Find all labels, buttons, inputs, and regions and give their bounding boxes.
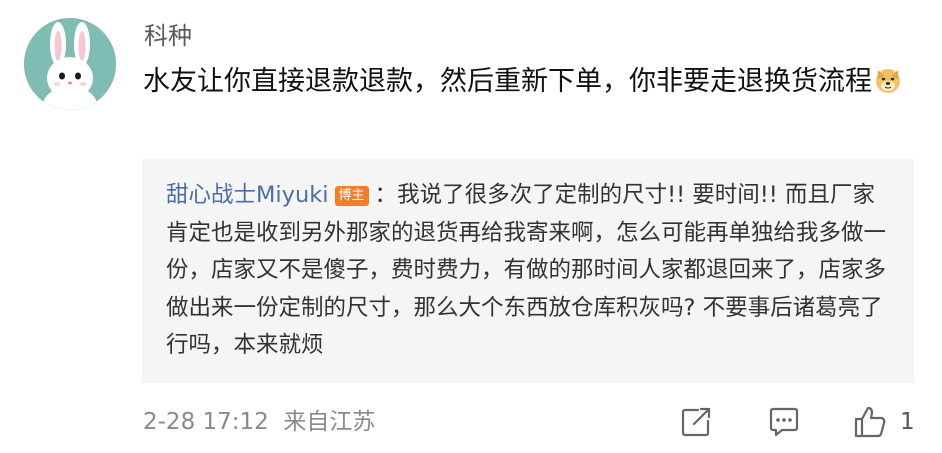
comment-button[interactable] (766, 404, 802, 440)
doge-emoji-icon (874, 64, 902, 93)
thumbs-up-icon (854, 406, 886, 438)
rabbit-avatar-icon (24, 18, 116, 110)
comment-timestamp: 2-28 17:12 (143, 409, 269, 435)
reply-content: 甜心战士Miyuki 博主 ：我说了很多次了定制的尺寸!! 要时间!! 而且厂家肯定… (166, 177, 894, 365)
blogger-badge: 博主 (334, 186, 369, 206)
comment-location: 来自江苏 (283, 409, 376, 435)
comment-body: 水友让你直接退款退款，然后重新下单，你非要走退换货流程 (143, 66, 872, 97)
share-icon (681, 407, 711, 437)
like-count: 1 (900, 409, 915, 435)
reply-separator: ： (374, 182, 398, 208)
reply-text: 我说了很多次了定制的尺寸!! 要时间!! 而且厂家肯定也是收到另外那家的退货再给… (166, 182, 887, 358)
comment-meta: 2-28 17:12 来自江苏 (143, 404, 375, 440)
user-avatar[interactable] (24, 18, 116, 110)
like-button[interactable] (852, 404, 888, 440)
comment-username[interactable]: 科种 (144, 20, 192, 52)
share-button[interactable] (678, 404, 714, 440)
comment-icon (769, 407, 799, 437)
reply-author[interactable]: 甜心战士Miyuki (166, 182, 329, 208)
reply-box[interactable]: 甜心战士Miyuki 博主 ：我说了很多次了定制的尺寸!! 要时间!! 而且厂家肯定… (142, 159, 914, 383)
comment-text: 水友让你直接退款退款，然后重新下单，你非要走退换货流程 (143, 60, 923, 104)
